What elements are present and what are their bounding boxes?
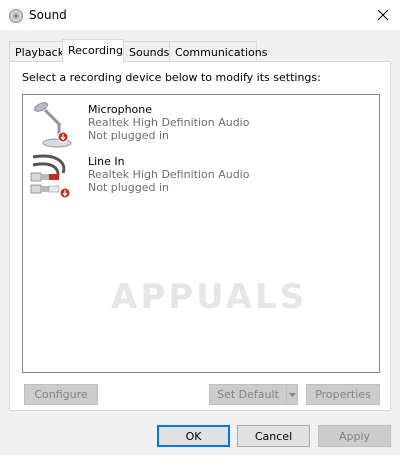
device-driver: Realtek High Definition Audio — [88, 116, 250, 129]
properties-button[interactable]: Properties — [306, 384, 380, 405]
watermark-logo: APPUALS — [111, 277, 308, 317]
tab-recording[interactable]: Recording — [62, 39, 124, 62]
device-list[interactable]: Microphone Realtek High Definition Audio… — [22, 94, 380, 373]
configure-button[interactable]: Configure — [24, 384, 98, 405]
microphone-icon — [27, 101, 77, 149]
cancel-button[interactable]: Cancel — [237, 425, 310, 447]
sound-dialog: Playback Recording Sounds Communications… — [0, 30, 400, 455]
ok-button[interactable]: OK — [157, 425, 230, 447]
tab-playback[interactable]: Playback — [9, 41, 64, 63]
device-name: Line In — [88, 155, 125, 168]
device-status: Not plugged in — [88, 129, 170, 142]
tab-sounds[interactable]: Sounds — [123, 41, 170, 63]
tab-communications[interactable]: Communications — [169, 41, 267, 63]
recording-panel: Select a recording device below to modif… — [9, 61, 391, 411]
list-item-microphone[interactable]: Microphone Realtek High Definition Audio… — [23, 101, 273, 151]
list-item-line-in[interactable]: Line In Realtek High Definition Audio No… — [23, 153, 273, 203]
chevron-down-icon — [288, 392, 296, 397]
line-in-cable-icon — [27, 153, 77, 201]
window-title: Sound — [29, 8, 67, 22]
apply-button[interactable]: Apply — [318, 425, 391, 447]
title-bar: Sound — [0, 0, 400, 30]
instruction-text: Select a recording device below to modif… — [22, 71, 321, 84]
close-icon — [377, 9, 389, 21]
device-status: Not plugged in — [88, 181, 170, 194]
set-default-button[interactable]: Set Default — [209, 384, 286, 405]
device-name: Microphone — [88, 103, 153, 116]
device-driver: Realtek High Definition Audio — [88, 168, 250, 181]
close-button[interactable] — [366, 1, 400, 29]
set-default-dropdown-button[interactable] — [286, 384, 298, 405]
speaker-icon — [8, 8, 24, 24]
